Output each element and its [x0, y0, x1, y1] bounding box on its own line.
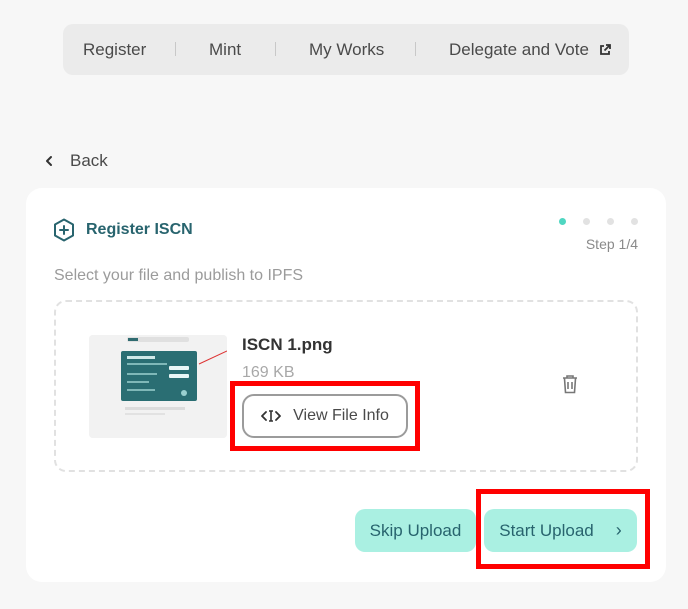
nav-delegate-vote-label: Delegate and Vote — [449, 39, 589, 59]
step-dot — [583, 218, 590, 225]
skip-upload-button[interactable]: Skip Upload — [355, 509, 476, 552]
skip-upload-label: Skip Upload — [369, 520, 462, 540]
top-nav: Register Mint My Works Delegate and Vote — [63, 24, 629, 75]
nav-mint[interactable]: Mint — [209, 24, 241, 75]
step-dots — [548, 218, 638, 225]
highlight-box-view-file-info — [230, 381, 420, 451]
back-link[interactable]: Back — [44, 150, 108, 172]
step-dot — [631, 218, 638, 225]
nav-mint-label: Mint — [209, 39, 242, 59]
step-dot-active — [559, 218, 566, 225]
trash-icon[interactable] — [561, 374, 579, 394]
nav-register[interactable]: Register — [83, 24, 146, 75]
nav-register-label: Register — [83, 39, 147, 59]
thumbnail-preview-image — [89, 335, 227, 438]
file-size: 169 KB — [242, 364, 295, 381]
hex-plus-icon — [54, 218, 74, 242]
nav-divider — [275, 42, 276, 56]
back-label: Back — [70, 151, 108, 170]
card-title: Register ISCN — [53, 218, 193, 242]
nav-my-works[interactable]: My Works — [309, 24, 384, 75]
nav-divider — [415, 42, 416, 56]
step-dot — [607, 218, 614, 225]
page: Register Mint My Works Delegate and Vote… — [0, 0, 688, 609]
file-thumbnail — [89, 335, 227, 438]
highlight-box-start-upload — [476, 489, 650, 569]
step-label: Step 1/4 — [585, 236, 638, 252]
card-subtitle: Select your file and publish to IPFS — [54, 267, 304, 284]
nav-delegate-vote[interactable]: Delegate and Vote — [449, 24, 611, 75]
nav-my-works-label: My Works — [309, 39, 385, 59]
chevron-left-icon — [46, 156, 52, 166]
nav-divider — [175, 42, 176, 56]
card-title-text: Register ISCN — [86, 221, 193, 238]
step-indicator: Step 1/4 — [548, 218, 638, 252]
file-name: ISCN 1.png — [242, 335, 333, 354]
external-link-icon — [600, 43, 611, 55]
